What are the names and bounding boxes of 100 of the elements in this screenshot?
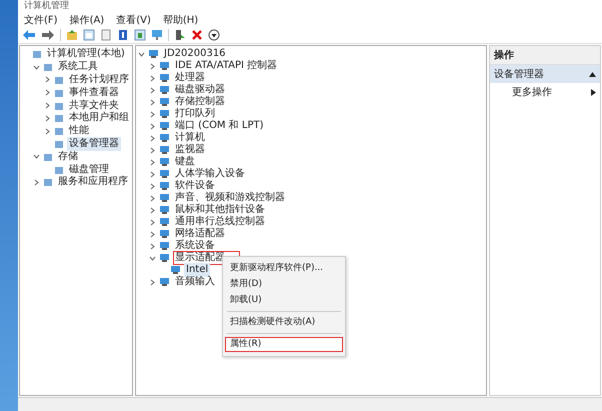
chevron-icon[interactable]	[44, 89, 51, 96]
back-icon[interactable]	[22, 29, 36, 41]
tree-item[interactable]: 计算机管理(本地)	[45, 47, 127, 62]
chevron-icon[interactable]	[149, 122, 156, 130]
tree-item[interactable]: 端口 (COM 和 LPT)	[173, 119, 266, 133]
chevron-icon[interactable]	[149, 242, 156, 250]
tree-item[interactable]: 人体学输入设备	[173, 167, 247, 181]
chevron-icon[interactable]	[149, 98, 156, 106]
chevron-icon[interactable]	[149, 218, 156, 226]
tree-item[interactable]: IDE ATA/ATAPI 控制器	[173, 59, 280, 73]
tree-item[interactable]: 存储	[56, 150, 80, 164]
chevron-icon[interactable]	[33, 178, 40, 186]
submenu-arrow-icon	[591, 88, 596, 96]
monitor-icon[interactable]	[151, 29, 163, 41]
chevron-icon[interactable]	[149, 194, 156, 202]
tree-item[interactable]: 设备管理器	[67, 136, 121, 151]
panel-icon[interactable]	[134, 29, 146, 41]
tree-item[interactable]: 本地用户和组	[67, 111, 131, 126]
chevron-icon[interactable]	[149, 206, 156, 214]
tree-item[interactable]: 软件设备	[173, 179, 217, 193]
device-icon	[159, 217, 170, 227]
tree-item[interactable]: 事件查看器	[67, 86, 121, 100]
device-icon	[159, 253, 170, 263]
chevron-icon[interactable]	[149, 170, 156, 178]
chevron-icon[interactable]	[33, 64, 40, 71]
chevron-icon[interactable]	[149, 278, 156, 286]
chevron-icon[interactable]	[149, 182, 156, 190]
forward-icon[interactable]	[41, 29, 55, 41]
device-icon	[159, 193, 170, 203]
menu-item[interactable]: 查看(V)	[116, 12, 151, 26]
tree-item[interactable]: 共享文件夹	[67, 98, 121, 113]
chevron-icon[interactable]	[33, 153, 40, 160]
tree-item[interactable]: 系统设备	[173, 239, 217, 253]
device-icon	[159, 73, 170, 83]
device-icon	[159, 97, 170, 107]
menu-item[interactable]: 操作(A)	[70, 12, 104, 26]
device-icon	[159, 277, 170, 287]
chevron-icon[interactable]	[149, 74, 156, 82]
tree-item[interactable]: 磁盘驱动器	[173, 83, 227, 97]
panel-icon[interactable]	[83, 29, 95, 41]
tree-item[interactable]: 声音、视频和游戏控制器	[173, 191, 287, 205]
device-icon	[159, 157, 170, 167]
device-icon	[159, 133, 170, 143]
device-icon	[159, 205, 170, 215]
tree-item[interactable]: 存储控制器	[173, 95, 227, 109]
tree-item[interactable]: 系统工具	[56, 60, 100, 74]
menu-item[interactable]: 卸载(U)	[225, 293, 343, 308]
device-icon	[159, 181, 170, 191]
menu-item[interactable]: 扫描检测硬件改动(A)	[225, 315, 343, 330]
collapse-icon[interactable]	[589, 72, 596, 76]
section-header[interactable]: 设备管理器	[490, 65, 600, 83]
device-icon	[159, 109, 170, 119]
chevron-icon[interactable]	[44, 128, 51, 135]
chevron-icon[interactable]	[149, 62, 156, 70]
tree-item[interactable]: 性能	[67, 124, 91, 138]
device-icon	[148, 49, 159, 59]
device-icon	[170, 265, 181, 275]
chevron-icon[interactable]	[149, 146, 156, 154]
tree-item[interactable]: 通用串行总线控制器	[173, 215, 267, 229]
tree-item[interactable]: 磁盘管理	[67, 162, 111, 177]
download-icon[interactable]	[208, 29, 220, 41]
chevron-icon[interactable]	[149, 158, 156, 166]
chevron-icon[interactable]	[44, 102, 51, 110]
delete-icon[interactable]	[191, 29, 203, 41]
tree-item[interactable]: 监视器	[173, 143, 207, 157]
tree-item[interactable]: 网络适配器	[173, 227, 227, 241]
menu-item[interactable]: 文件(F)	[24, 12, 58, 26]
menu-item[interactable]: 帮助(H)	[162, 12, 198, 26]
device-icon[interactable]	[174, 29, 186, 41]
chevron-icon[interactable]	[149, 86, 156, 94]
device-icon	[159, 169, 170, 179]
chevron-icon[interactable]	[149, 254, 156, 262]
tree-item[interactable]: 处理器	[173, 71, 207, 85]
tree-item[interactable]: 键盘	[173, 155, 197, 169]
section-title: 设备管理器	[494, 68, 544, 81]
panel-header: 操作	[490, 46, 600, 65]
tree-item[interactable]: 打印队列	[173, 107, 217, 121]
tree-item[interactable]: 服务和应用程序	[56, 175, 130, 190]
tree-item[interactable]: Intel	[184, 263, 210, 277]
window-title: 计算机管理	[23, 0, 70, 12]
device-icon	[159, 229, 170, 239]
chevron-icon[interactable]	[149, 110, 156, 118]
chevron-icon[interactable]	[44, 76, 51, 84]
tree-item[interactable]: 鼠标和其他指针设备	[173, 203, 267, 217]
device-icon	[159, 85, 170, 95]
chevron-icon[interactable]	[44, 114, 51, 122]
menu-item[interactable]: 属性(R)	[225, 337, 343, 352]
device-icon	[159, 241, 170, 251]
device-icon	[159, 61, 170, 71]
chevron-icon[interactable]	[149, 230, 156, 238]
tree-item[interactable]: 音频输入	[173, 275, 217, 289]
menu-item[interactable]: 禁用(D)	[225, 277, 343, 292]
tree-item[interactable]: 任务计划程序	[67, 73, 131, 87]
chevron-icon[interactable]	[138, 50, 145, 58]
device-icon	[159, 121, 170, 131]
tree-item[interactable]: 计算机	[173, 131, 207, 145]
action-link[interactable]: 更多操作	[512, 85, 552, 99]
document-icon[interactable]	[100, 29, 112, 41]
chevron-icon[interactable]	[149, 134, 156, 142]
tree-item[interactable]: JD20200316	[162, 47, 228, 61]
